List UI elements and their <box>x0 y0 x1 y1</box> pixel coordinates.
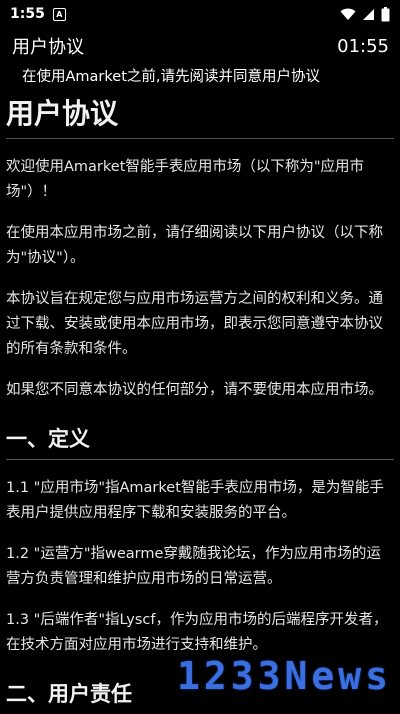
app-bar-title: 用户协议 <box>12 37 84 58</box>
section-heading-definitions: 一、定义 <box>6 423 394 460</box>
status-time: 1:55 <box>10 6 45 22</box>
intro-paragraph: 在使用本应用市场之前，请仔细阅读以下用户协议（以下称为"协议"）。 <box>6 225 383 266</box>
definition-item: 1.3 "后端作者"指Lyscf，作为应用市场的后端程序开发者，在技术方面对应用… <box>6 612 388 653</box>
definition-item: 1.2 "运营方"指wearme穿戴随我论坛，作为应用市场的运营方负责管理和维护… <box>6 546 381 587</box>
app-bar: 用户协议 01:55 <box>0 28 400 64</box>
intro-paragraph: 如果您不同意本协议的任何部分，请不要使用本应用市场。 <box>6 382 383 398</box>
document-title: 用户协议 <box>6 92 394 139</box>
intro-paragraph: 本协议旨在规定您与应用市场运营方之间的权利和义务。通过下载、安装或使用本应用市场… <box>6 291 383 357</box>
signal-icon <box>363 8 374 20</box>
agreement-notice: 在使用Amarket之前,请先阅读并同意用户协议 <box>22 69 320 85</box>
definition-item: 1.1 "应用市场"指Amarket智能手表应用市场，是为智能手表用户提供应用程… <box>6 480 384 521</box>
status-icons <box>340 6 390 22</box>
watermark-logo: 1233News <box>176 654 392 698</box>
status-bar: 1:55 A <box>0 0 400 28</box>
notification-icon: A <box>52 7 66 21</box>
intro-paragraph: 欢迎使用Amarket智能手表应用市场（以下称为"应用市场"）！ <box>6 159 365 200</box>
battery-icon <box>381 6 390 21</box>
app-bar-clock: 01:55 <box>337 35 389 57</box>
agreement-content[interactable]: 用户协议 欢迎使用Amarket智能手表应用市场（以下称为"应用市场"）！ 在使… <box>0 92 400 714</box>
wifi-icon <box>340 8 356 20</box>
